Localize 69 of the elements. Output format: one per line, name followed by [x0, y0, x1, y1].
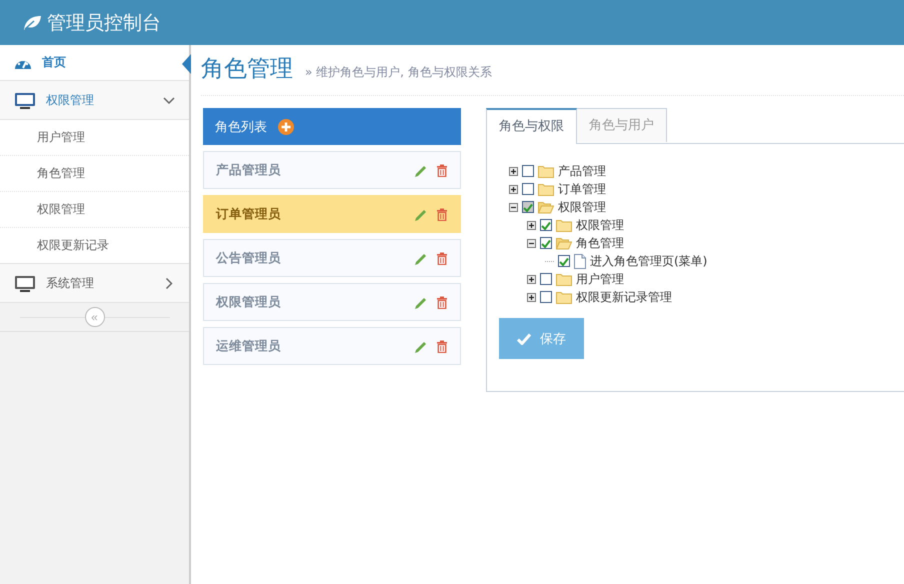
- open-folder-icon: [538, 200, 554, 214]
- trash-icon: [436, 296, 448, 308]
- role-item[interactable]: 运维管理员: [203, 327, 461, 365]
- tree-label[interactable]: 用户管理: [576, 270, 624, 288]
- tree-label[interactable]: 角色管理: [576, 234, 624, 252]
- folder-icon: [556, 272, 572, 286]
- pencil-icon: [414, 296, 427, 308]
- trash-icon: [436, 164, 448, 176]
- trash-icon: [436, 252, 448, 264]
- nav-item[interactable]: 首页: [0, 45, 189, 81]
- add-icon[interactable]: [278, 118, 294, 134]
- page-title: 角色管理: [201, 55, 293, 84]
- tree-label[interactable]: 权限更新记录管理: [576, 288, 672, 306]
- collapse-icon[interactable]: [509, 202, 518, 212]
- tree-label[interactable]: 权限管理: [558, 198, 606, 216]
- checkbox[interactable]: [540, 291, 552, 303]
- checkbox[interactable]: [522, 183, 534, 195]
- tab[interactable]: 角色与权限: [486, 108, 577, 144]
- role-name: 订单管理员: [216, 206, 282, 222]
- nav-label: 首页: [42, 54, 67, 71]
- folder-icon: [538, 182, 554, 196]
- monitor-icon: [14, 274, 36, 292]
- expand-icon[interactable]: [527, 220, 536, 230]
- checkbox[interactable]: [540, 237, 552, 249]
- trash-icon: [436, 340, 448, 352]
- role-name: 权限管理员: [216, 294, 282, 310]
- role-name: 产品管理员: [216, 162, 282, 178]
- collapse-icon[interactable]: [527, 238, 536, 248]
- page-subtitle: » 维护角色与用户, 角色与权限关系: [305, 64, 492, 81]
- leaf-icon: [22, 14, 42, 30]
- pencil-icon: [414, 164, 427, 176]
- checkbox[interactable]: [540, 273, 552, 285]
- expand-icon[interactable]: [527, 292, 536, 302]
- expand-icon[interactable]: [509, 184, 518, 194]
- nav-item[interactable]: 权限管理: [0, 81, 189, 120]
- trash-icon: [436, 208, 448, 220]
- open-folder-icon: [556, 236, 572, 250]
- nav-label: 权限管理: [46, 92, 95, 108]
- expand-icon[interactable]: [509, 166, 518, 176]
- role-name: 公告管理员: [216, 250, 282, 266]
- nav-item[interactable]: 系统管理: [0, 264, 189, 303]
- checkbox[interactable]: [558, 255, 570, 267]
- chevron-down-icon: [163, 96, 175, 104]
- expand-icon[interactable]: [527, 274, 536, 284]
- role-name: 运维管理员: [216, 338, 282, 354]
- role-list-title: 角色列表: [215, 118, 267, 136]
- tree-label[interactable]: 产品管理: [558, 162, 606, 180]
- role-item[interactable]: 产品管理员: [203, 151, 461, 189]
- role-item[interactable]: 权限管理员: [203, 283, 461, 321]
- document-icon: [574, 254, 586, 268]
- check-icon: [517, 332, 531, 344]
- checkbox[interactable]: [540, 219, 552, 231]
- tree-label[interactable]: 订单管理: [558, 180, 606, 198]
- folder-icon: [556, 290, 572, 304]
- checkbox[interactable]: [522, 165, 534, 177]
- checkbox[interactable]: [522, 201, 534, 213]
- pencil-icon: [414, 252, 427, 264]
- pencil-icon: [414, 340, 427, 352]
- pencil-icon: [414, 208, 427, 220]
- tree-label[interactable]: 权限管理: [576, 216, 624, 234]
- role-item[interactable]: 订单管理员: [203, 195, 461, 233]
- role-item[interactable]: 公告管理员: [203, 239, 461, 277]
- tree-label[interactable]: 进入角色管理页(菜单): [590, 252, 708, 270]
- folder-icon: [556, 218, 572, 232]
- nav-label: 系统管理: [46, 274, 95, 292]
- app-title: 管理员控制台: [47, 10, 161, 36]
- monitor-icon: [14, 92, 36, 108]
- folder-icon: [538, 164, 554, 178]
- chevron-right-icon: [166, 277, 172, 289]
